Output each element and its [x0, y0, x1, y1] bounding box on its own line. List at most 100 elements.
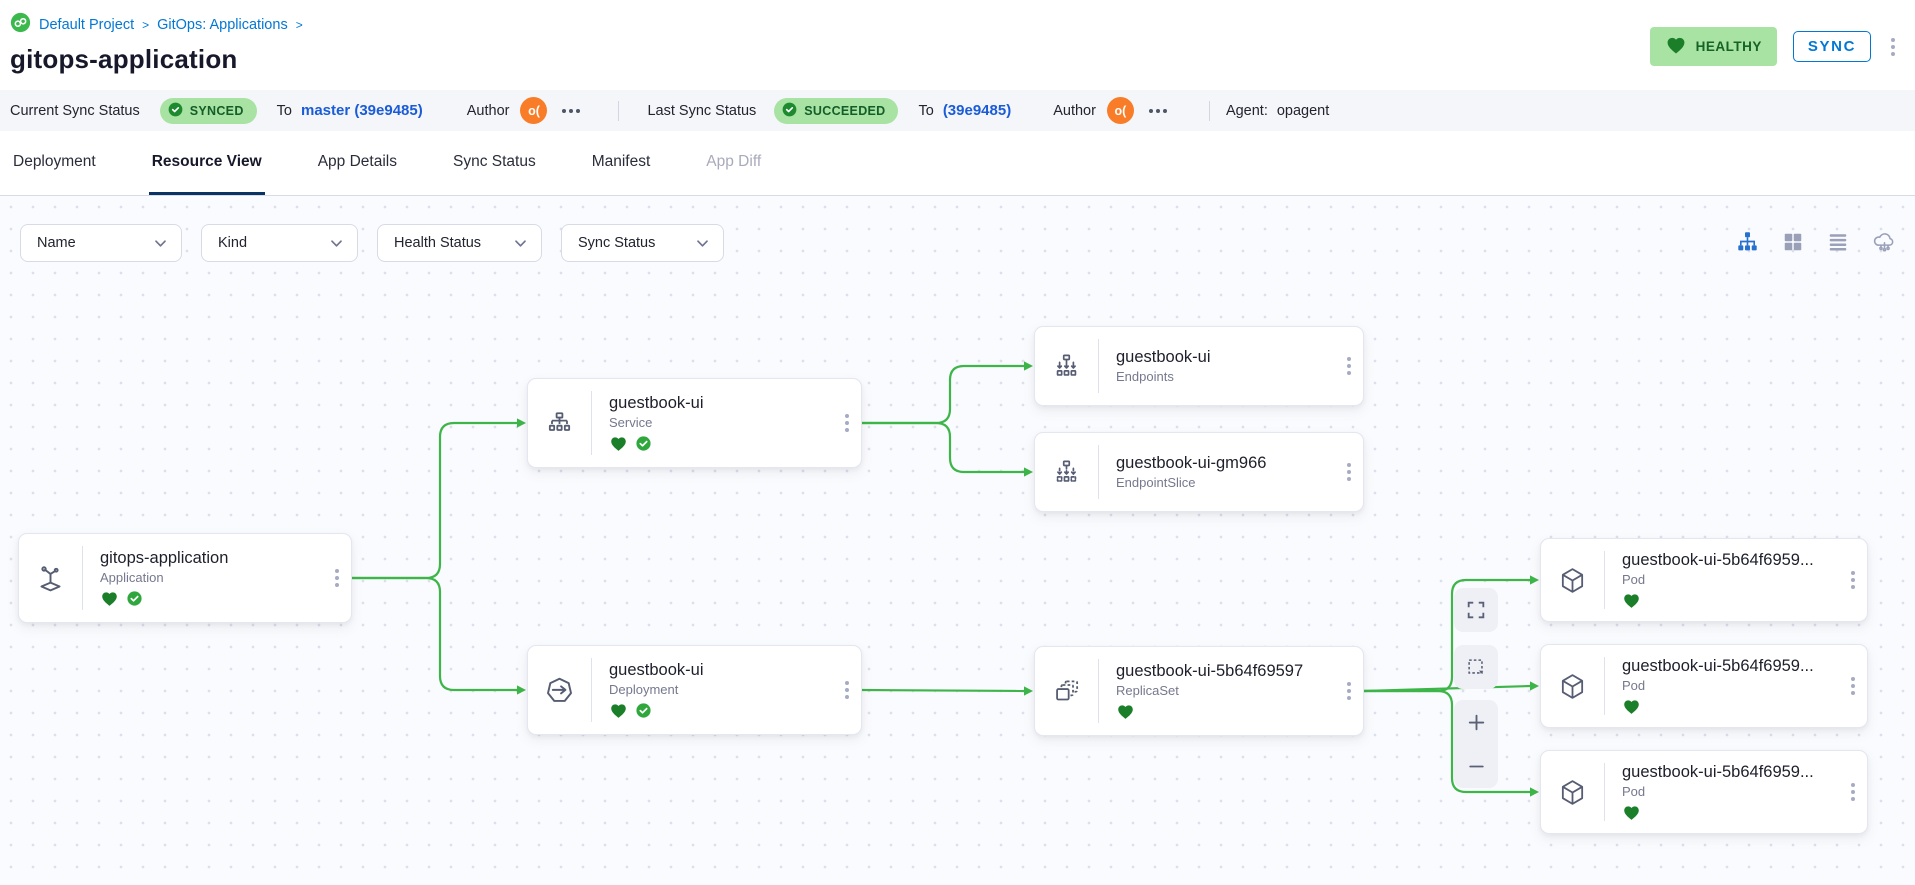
resource-node-endpoints[interactable]: guestbook-ui Endpoints [1034, 326, 1364, 406]
node-more-icon[interactable] [1347, 682, 1351, 700]
tab-manifest[interactable]: Manifest [589, 131, 654, 195]
breadcrumb-separator: > [296, 17, 303, 32]
grid-view-button[interactable] [1782, 231, 1804, 253]
to-label: To [918, 103, 933, 119]
list-view-button[interactable] [1827, 231, 1849, 253]
cloud-view-button[interactable] [1872, 229, 1897, 254]
node-more-icon[interactable] [335, 569, 339, 587]
health-heart-icon [100, 589, 119, 608]
zoom-out-button[interactable] [1464, 754, 1489, 779]
resource-graph-canvas[interactable]: Name Kind Health Status Sync Status gito… [0, 196, 1915, 885]
filter-bar: Name Kind Health Status Sync Status [20, 224, 724, 262]
author-label: Author [1053, 103, 1096, 119]
chevron-down-icon [514, 239, 527, 248]
page-title: gitops-application [10, 44, 1901, 75]
breadcrumb-separator: > [142, 17, 149, 32]
health-heart-icon [1622, 591, 1641, 610]
sync-button[interactable]: SYNC [1793, 31, 1871, 62]
node-more-icon[interactable] [1851, 571, 1855, 589]
filter-kind[interactable]: Kind [201, 224, 358, 262]
author-avatar[interactable]: o( [520, 97, 547, 124]
node-kind: Pod [1622, 678, 1833, 693]
chevron-down-icon [330, 239, 343, 248]
current-revision-link[interactable]: master (39e9485) [301, 102, 423, 119]
node-title: guestbook-ui-5b64f6959... [1622, 763, 1833, 782]
node-kind: EndpointSlice [1116, 475, 1329, 490]
resource-node-endpointslice[interactable]: guestbook-ui-gm966 EndpointSlice [1034, 432, 1364, 512]
node-kind: Deployment [609, 682, 827, 697]
node-title: guestbook-ui [609, 394, 827, 413]
breadcrumb-applications-link[interactable]: GitOps: Applications [157, 17, 288, 33]
application-icon [35, 563, 66, 594]
sync-check-icon [635, 702, 652, 719]
tab-sync-status[interactable]: Sync Status [450, 131, 539, 195]
health-heart-icon [1622, 697, 1641, 716]
node-kind: Pod [1622, 572, 1833, 587]
node-kind: Endpoints [1116, 369, 1329, 384]
health-status-badge: HEALTHY [1650, 27, 1777, 66]
resource-node-service[interactable]: guestbook-ui Service [527, 378, 862, 468]
node-title: guestbook-ui-5b64f6959... [1622, 551, 1833, 570]
tab-app-details[interactable]: App Details [315, 131, 400, 195]
view-toggle-bar [1736, 229, 1897, 254]
check-circle-icon [782, 102, 797, 120]
tab-resource-view[interactable]: Resource View [149, 131, 265, 195]
check-circle-icon [168, 102, 183, 120]
zoom-in-button[interactable] [1464, 710, 1489, 735]
breadcrumb-project-link[interactable]: Default Project [39, 17, 134, 33]
node-more-icon[interactable] [1347, 357, 1351, 375]
page-header: Default Project > GitOps: Applications >… [0, 0, 1915, 90]
to-label: To [277, 103, 292, 119]
node-kind: Service [609, 415, 827, 430]
pod-icon [1558, 672, 1587, 701]
resource-node-pod[interactable]: guestbook-ui-5b64f6959... Pod [1540, 644, 1868, 728]
divider [618, 101, 619, 121]
last-revision-link[interactable]: (39e9485) [943, 102, 1011, 119]
node-more-icon[interactable] [845, 681, 849, 699]
filter-name[interactable]: Name [20, 224, 182, 262]
endpoints-icon [1052, 352, 1081, 381]
resource-node-application[interactable]: gitops-application Application [18, 533, 352, 623]
last-sync-status-label: Last Sync Status [647, 103, 756, 119]
node-title: guestbook-ui-5b64f69597 [1116, 662, 1329, 681]
last-sync-more-icon[interactable] [1149, 109, 1167, 113]
agent-label: Agent: [1226, 103, 1268, 119]
author-avatar[interactable]: o( [1107, 97, 1134, 124]
node-more-icon[interactable] [1347, 463, 1351, 481]
filter-sync-status[interactable]: Sync Status [561, 224, 724, 262]
node-kind: Pod [1622, 784, 1833, 799]
divider [1209, 101, 1210, 121]
resource-node-replicaset[interactable]: guestbook-ui-5b64f69597 ReplicaSet [1034, 646, 1364, 736]
node-more-icon[interactable] [845, 414, 849, 432]
chevron-down-icon [154, 239, 167, 248]
node-kind: ReplicaSet [1116, 683, 1329, 698]
node-title: gitops-application [100, 549, 317, 568]
sync-check-icon [126, 590, 143, 607]
current-sync-more-icon[interactable] [562, 109, 580, 113]
resource-node-pod[interactable]: guestbook-ui-5b64f6959... Pod [1540, 750, 1868, 834]
selection-mode-button[interactable] [1454, 645, 1498, 689]
health-heart-icon [1116, 702, 1135, 721]
tree-view-button[interactable] [1736, 230, 1759, 253]
author-label: Author [467, 103, 510, 119]
resource-node-deployment[interactable]: guestbook-ui Deployment [527, 645, 862, 735]
tab-deployment[interactable]: Deployment [10, 131, 99, 195]
fullscreen-button[interactable] [1454, 588, 1498, 632]
pod-icon [1558, 778, 1587, 807]
health-heart-icon [609, 434, 628, 453]
succeeded-badge-label: SUCCEEDED [804, 104, 885, 118]
gitops-logo-icon [10, 12, 31, 37]
replicaset-icon [1052, 677, 1081, 706]
header-more-icon[interactable] [1887, 34, 1899, 60]
filter-health-status[interactable]: Health Status [377, 224, 542, 262]
resource-node-pod[interactable]: guestbook-ui-5b64f6959... Pod [1540, 538, 1868, 622]
health-badge-label: HEALTHY [1696, 39, 1762, 54]
filter-label: Sync Status [578, 235, 655, 251]
breadcrumb: Default Project > GitOps: Applications > [10, 12, 1901, 37]
cloud-view-icon [1872, 229, 1897, 254]
node-more-icon[interactable] [1851, 677, 1855, 695]
service-icon [545, 409, 574, 438]
node-more-icon[interactable] [1851, 783, 1855, 801]
filter-label: Health Status [394, 235, 481, 251]
agent-value: opagent [1277, 103, 1329, 119]
